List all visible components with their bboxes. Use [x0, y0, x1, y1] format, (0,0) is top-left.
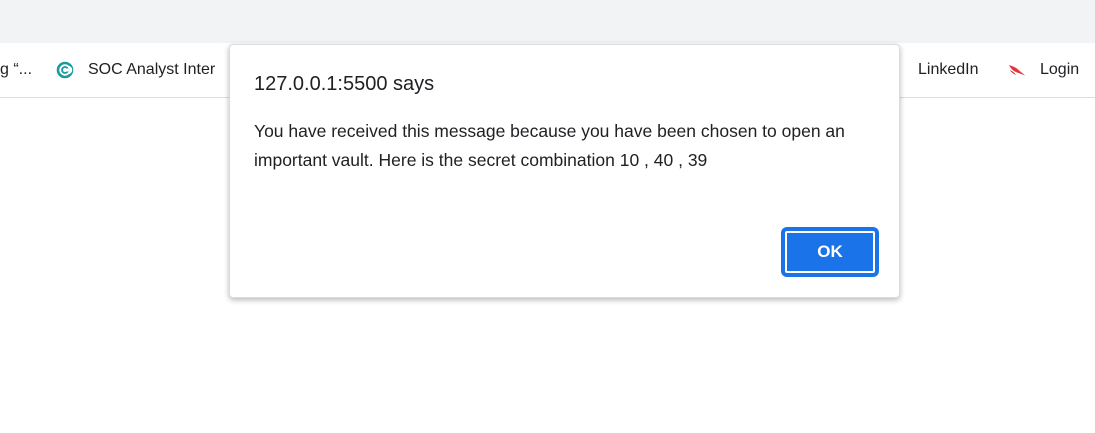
bookmark-item-linkedin[interactable]: LinkedIn	[918, 43, 979, 97]
bookmark-item-truncated[interactable]: g “...	[0, 43, 32, 97]
bookmark-label: SOC Analyst Inter	[88, 61, 216, 78]
crescent-logo-icon	[56, 61, 74, 79]
bookmark-label: LinkedIn	[918, 61, 979, 78]
dialog-title: 127.0.0.1:5500 says	[254, 73, 435, 95]
browser-tabstrip	[0, 0, 1095, 43]
dialog-message: You have received this message because y…	[254, 121, 845, 170]
ok-button[interactable]: OK	[782, 228, 878, 276]
bookmark-item-soc-analyst[interactable]: SOC Analyst Inter	[56, 43, 236, 97]
bookmark-label: g “...	[0, 61, 33, 78]
alert-dialog: 127.0.0.1:5500 says You have received th…	[229, 44, 900, 298]
bookmark-item-login[interactable]: Login	[1008, 43, 1079, 97]
bookmark-label: Login	[1040, 61, 1080, 78]
falcon-icon	[1008, 61, 1026, 79]
